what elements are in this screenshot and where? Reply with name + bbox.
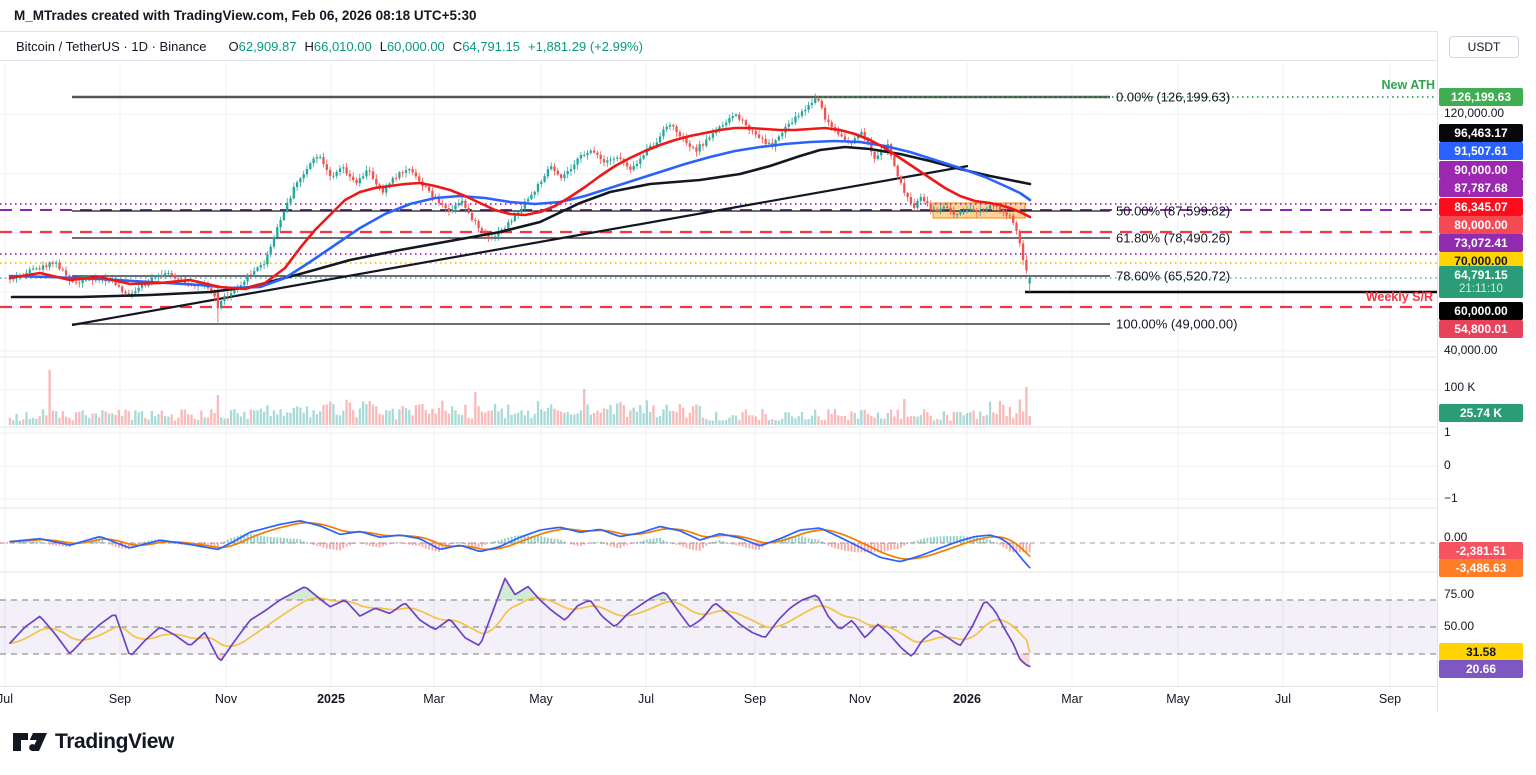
price-badge: 90,000.00 [1439, 161, 1523, 179]
time-tick-label: Jul [0, 692, 13, 706]
price-badge: 25.74 K [1439, 404, 1523, 422]
price-badge: 87,787.68 [1439, 179, 1523, 197]
volume-layer [9, 370, 1031, 425]
fib-level-label: 100.00% (49,000.00) [1116, 317, 1237, 332]
price-badge: 73,072.41 [1439, 234, 1523, 252]
attribution-text: M_MTrades created with TradingView.com, … [14, 8, 477, 23]
time-tick-label: Jul [638, 692, 654, 706]
pane-separators [0, 357, 1437, 572]
moving-averages-layer [10, 128, 1030, 297]
chart-canvas[interactable] [0, 60, 1437, 712]
axis-label: 75.00 [1444, 587, 1474, 601]
price-badge: 96,463.17 [1439, 124, 1523, 142]
time-tick-label: 2026 [953, 692, 981, 706]
ohlc-key: C [453, 39, 462, 54]
ohlc-value: 62,909.87 [239, 39, 297, 54]
axis-label: 0 [1444, 458, 1451, 472]
axis-label: 100 K [1444, 380, 1475, 394]
price-badge: 64,791.1521:11:10 [1439, 266, 1523, 298]
time-tick-label: Nov [215, 692, 237, 706]
fib-level-label: 0.00% (126,199.63) [1116, 90, 1230, 105]
price-axis-separator [1437, 31, 1438, 712]
price-axis[interactable]: USDT 126,199.63120,000.00 96,463.1791,507… [1437, 0, 1536, 775]
price-badge: 31.58 [1439, 643, 1523, 661]
price-badge: 126,199.63 [1439, 88, 1523, 106]
red-ma-line [10, 128, 1030, 289]
tradingview-chart-export: M_MTrades created with TradingView.com, … [0, 0, 1536, 775]
time-tick-label: Nov [849, 692, 871, 706]
tradingview-logo[interactable]: TradingView [13, 730, 174, 754]
time-tick-label: Sep [1379, 692, 1401, 706]
time-tick-label: May [529, 692, 553, 706]
price-badge: 80,000.00 [1439, 216, 1523, 234]
time-tick-label: May [1166, 692, 1190, 706]
rsi-layer [0, 578, 1437, 666]
axis-label: 50.00 [1444, 619, 1474, 633]
ohlc-key: H [304, 39, 313, 54]
price-badge: 91,507.61 [1439, 142, 1523, 160]
ohlc-value: 60,000.00 [387, 39, 445, 54]
axis-label: 1 [1444, 425, 1451, 439]
tradingview-logo-icon [13, 730, 47, 754]
price-badge: -3,486.63 [1439, 559, 1523, 577]
currency-toggle-button[interactable]: USDT [1449, 36, 1519, 58]
ohlc-value: 64,791.15 [462, 39, 520, 54]
time-tick-label: Mar [1061, 692, 1083, 706]
ohlc-value: 66,010.00 [314, 39, 372, 54]
fib-level-label: 50.00% (87,599.82) [1116, 204, 1230, 219]
time-tick-label: Mar [423, 692, 445, 706]
time-tick-label: Sep [109, 692, 131, 706]
price-badge: 60,000.00 [1439, 302, 1523, 320]
fib-level-label: 78.60% (65,520.72) [1116, 269, 1230, 284]
ohlc-values: O62,909.87 H66,010.00 L60,000.00 C64,791.15 [221, 39, 521, 54]
macd-layer [0, 521, 1437, 568]
symbol-title[interactable]: Bitcoin / TetherUS · 1D · Binance [16, 39, 207, 54]
time-tick-label: Sep [744, 692, 766, 706]
ohlc-key: O [229, 39, 239, 54]
fib-level-label: 61.80% (78,490.26) [1116, 231, 1230, 246]
price-badge: 20.66 [1439, 660, 1523, 678]
price-badge: -2,381.51 [1439, 542, 1523, 560]
axis-label: −1 [1444, 491, 1458, 505]
axis-label: 120,000.00 [1444, 106, 1504, 120]
change-value: +1,881.29 (+2.99%) [528, 39, 643, 54]
tradingview-logo-text: TradingView [55, 730, 174, 754]
candles-layer [9, 94, 1031, 323]
time-tick-label: Jul [1275, 692, 1291, 706]
macd-line [10, 521, 1030, 568]
axis-label: 40,000.00 [1444, 343, 1497, 357]
weekly-sr-label: Weekly S/R [1366, 290, 1433, 304]
price-badge: 54,800.01 [1439, 320, 1523, 338]
new-ath-label: New ATH [1382, 78, 1435, 92]
price-badge: 86,345.07 [1439, 198, 1523, 216]
time-tick-label: 2025 [317, 692, 345, 706]
ohlc-key: L [380, 39, 387, 54]
countdown-timer: 21:11:10 [1439, 282, 1523, 296]
trendline[interactable] [72, 166, 968, 325]
time-axis[interactable]: Jul Sep Nov 2025 Mar May Jul Sep Nov 2026 Mar May Ju… [0, 686, 1437, 713]
symbol-info-bar: Bitcoin / TetherUS · 1D · Binance O62,90… [0, 31, 1536, 61]
